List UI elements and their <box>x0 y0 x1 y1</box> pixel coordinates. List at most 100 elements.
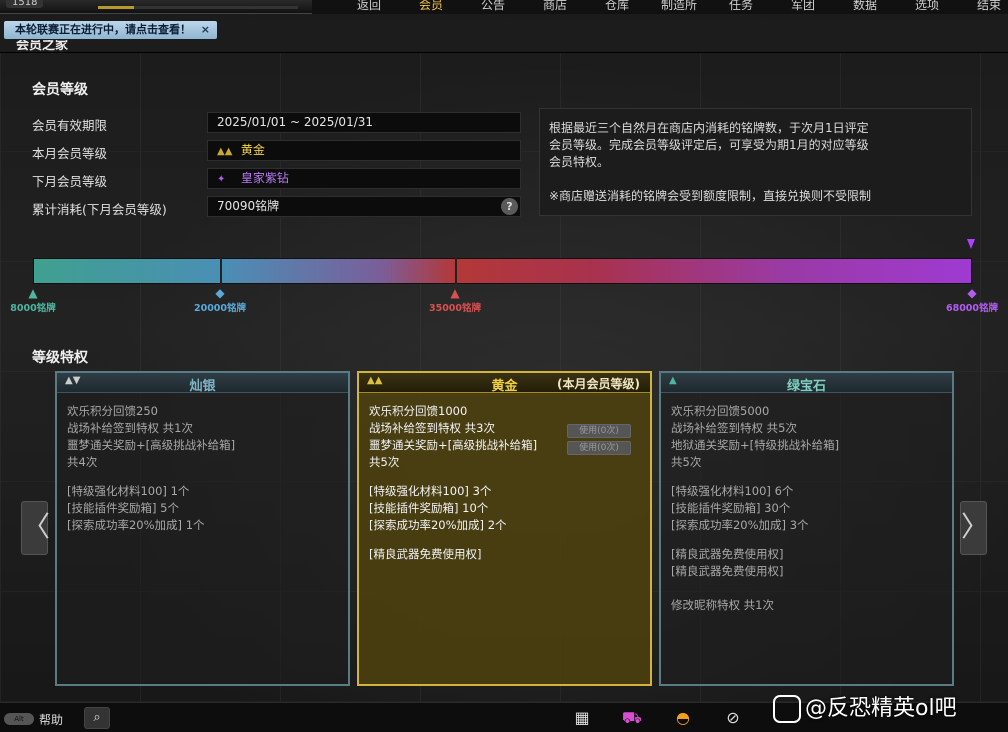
watermark-text: @反恐精英ol吧 <box>805 696 957 721</box>
info-line <box>549 171 962 188</box>
membership-progress-bar <box>33 258 972 284</box>
help-label[interactable]: 帮助 <box>39 711 63 728</box>
gold-rank-icon: ▲▲ <box>217 146 233 157</box>
privilege-line: 欢乐积分回馈250 <box>67 404 158 418</box>
nav-factory[interactable]: 制造所 <box>648 0 710 12</box>
privilege-line <box>671 580 952 597</box>
card-body: 欢乐积分回馈250 战场补给签到特权 共1次 噩梦通关奖励+[高级挑战补给箱] 共4次… <box>57 393 348 534</box>
privilege-line: 战场补给签到特权 共5次 <box>671 421 797 435</box>
nav-warehouse[interactable]: 仓库 <box>586 0 648 12</box>
current-tier-label: (本月会员等级) <box>557 377 640 391</box>
card-silver: ▲▼ 灿银欢乐积分回馈250 战场补给签到特权 共1次噩梦通关奖励+[高级挑战补给箱… <box>55 371 350 686</box>
this-month-value: 黄金 <box>240 143 265 157</box>
privilege-line: 欢乐积分回馈1000 <box>369 404 468 418</box>
privilege-line: [技能插件奖励箱] 5个 <box>67 501 179 515</box>
page-tab: 会员之家 <box>16 40 69 52</box>
privilege-line: [技能插件奖励箱] 10个 <box>369 501 489 515</box>
privilege-line: [探索成功率20%加成] 1个 <box>67 518 205 532</box>
current-progress-marker <box>967 239 975 249</box>
milestone-label: 8000铭牌 <box>10 303 56 314</box>
compass-icon[interactable]: ⊘ <box>721 707 745 729</box>
milestone-3: ◆ 68000铭牌 <box>937 286 1007 314</box>
nav-data[interactable]: 数据 <box>834 0 896 12</box>
privilege-line: 共5次 <box>671 455 702 469</box>
alt-key-icon: Alt <box>4 713 34 725</box>
card-gold: ▲▲ 黄金 (本月会员等级) 欢乐积分回馈1000 战场补给签到特权 共3次 噩梦通关奖励… <box>357 371 652 686</box>
info-line: 会员特权。 <box>549 155 610 169</box>
nav-exit[interactable]: 结束 <box>958 0 1008 12</box>
privilege-line: [探索成功率20%加成] 2个 <box>369 518 507 532</box>
consume-label: 累计消耗(下月会员等级) <box>32 202 167 217</box>
use-button[interactable]: 使用(0次) <box>567 441 631 455</box>
card-emerald: ▲ 绿宝石欢乐积分回馈5000 战场补给签到特权 共5次地狱通关奖励+[特级挑战补给… <box>659 371 954 686</box>
sunset-icon[interactable]: ◓ <box>671 707 695 729</box>
close-icon[interactable]: × <box>201 21 210 39</box>
privilege-line: [精良武器免费使用权] <box>671 547 784 561</box>
header-divider <box>0 52 1008 53</box>
player-level: 1518 <box>6 0 44 8</box>
card-header: ▲ 绿宝石 <box>661 373 952 394</box>
privilege-line: [特级强化材料100] 3个 <box>369 484 492 498</box>
card-title: 绿宝石 <box>786 379 826 394</box>
nav-member[interactable]: 会员 <box>400 0 462 12</box>
milestone-1: ◆ 20000铭牌 <box>185 286 255 314</box>
validity-value: 2025/01/01 ~ 2025/01/31 <box>217 115 374 129</box>
privilege-line: 修改昵称特权 共1次 <box>671 598 774 612</box>
cart-icon[interactable]: ⛟ <box>620 707 644 729</box>
privilege-line: 战场补给签到特权 共1次 <box>67 421 193 435</box>
next-month-label: 下月会员等级 <box>32 174 108 189</box>
info-line: 会员等级。完成会员等级评定后，可享受为期1月的对应等级 <box>549 138 869 152</box>
privilege-line: [探索成功率20%加成] 3个 <box>671 518 809 532</box>
league-notice[interactable]: 本轮联赛正在进行中，请点击查看！ × <box>4 21 217 39</box>
consume-value: 70090铭牌 <box>217 199 280 213</box>
nav-shop[interactable]: 商店 <box>524 0 586 12</box>
search-icon[interactable]: ⌕ <box>84 707 110 729</box>
rank-icon: ▲ <box>450 286 460 300</box>
rank-icon: ◆ <box>215 286 225 300</box>
milestone-label: 68000铭牌 <box>945 303 999 314</box>
privilege-line: [技能插件奖励箱] 30个 <box>671 501 791 515</box>
card-body: 欢乐积分回馈1000 战场补给签到特权 共3次 噩梦通关奖励+[高级挑战补给箱] 共5… <box>359 393 650 563</box>
rank-icon: ▲ <box>28 286 38 300</box>
nav-options[interactable]: 选项 <box>896 0 958 12</box>
use-button[interactable]: 使用(0次) <box>567 424 631 438</box>
main-nav: 返回 会员 公告 商店 仓库 制造所 任务 军团 数据 选项 结束 <box>338 0 1008 12</box>
info-line: ※商店赠送消耗的铭牌会受到额度限制，直接兑换则不受限制 <box>549 189 872 203</box>
purple-diamond-icon: ✦ <box>217 174 226 185</box>
privilege-line: 噩梦通关奖励+[高级挑战补给箱] <box>67 438 236 452</box>
next-month-field: ✦ 皇家紫钻 <box>207 168 521 189</box>
rank-icon: ◆ <box>967 286 977 300</box>
validity-label: 会员有效期限 <box>32 118 108 133</box>
privilege-line: [精良武器免费使用权] <box>369 547 482 561</box>
card-header: ▲▼ 灿银 <box>57 373 348 394</box>
next-month-value: 皇家紫钻 <box>240 171 289 185</box>
player-panel: 1518 <box>0 0 312 14</box>
privilege-line: 共5次 <box>369 455 400 469</box>
privilege-line: 地狱通关奖励+[特级挑战补给箱] <box>671 438 840 452</box>
exp-bar <box>98 6 298 9</box>
nav-back[interactable]: 返回 <box>338 0 400 12</box>
calendar-icon[interactable]: ▦ <box>570 707 594 729</box>
card-header: ▲▲ 黄金 (本月会员等级) <box>359 373 650 394</box>
milestone-label: 20000铭牌 <box>193 303 247 314</box>
privilege-line: [特级强化材料100] 1个 <box>67 484 190 498</box>
prev-arrow-button[interactable]: 〈 <box>21 501 50 555</box>
this-month-field: ▲▲ 黄金 <box>207 140 521 161</box>
nav-notice[interactable]: 公告 <box>462 0 524 12</box>
help-icon[interactable]: ? <box>501 198 518 215</box>
info-line: 根据最近三个自然月在商店内消耗的铭牌数，于次月1日评定 <box>549 121 869 135</box>
nav-clan[interactable]: 军团 <box>772 0 834 12</box>
membership-title: 会员等级 <box>32 82 88 98</box>
this-month-label: 本月会员等级 <box>32 146 108 161</box>
validity-field: 2025/01/01 ~ 2025/01/31 <box>207 112 521 133</box>
card-title: 灿银 <box>189 379 216 394</box>
nav-mission[interactable]: 任务 <box>710 0 772 12</box>
progress-tick <box>220 258 222 284</box>
card-body: 欢乐积分回馈5000 战场补给签到特权 共5次地狱通关奖励+[特级挑战补给箱] 共5… <box>661 393 952 614</box>
weibo-logo-icon <box>773 695 801 723</box>
milestone-0: ▲ 8000铭牌 <box>0 286 68 314</box>
milestone-2: ▲ 35000铭牌 <box>420 286 490 314</box>
next-arrow-button[interactable]: 〉 <box>960 501 989 555</box>
privilege-line: 欢乐积分回馈5000 <box>671 404 770 418</box>
membership-info-box: 根据最近三个自然月在商店内消耗的铭牌数，于次月1日评定 会员等级。完成会员等级评定… <box>539 108 972 216</box>
